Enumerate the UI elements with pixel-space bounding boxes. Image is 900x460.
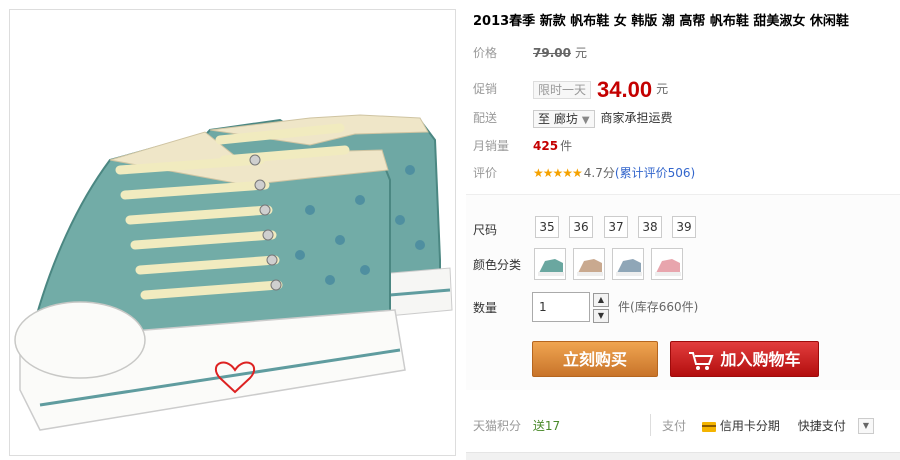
size-option[interactable]: 36 [569, 216, 593, 238]
points-value: 送17 [532, 419, 561, 433]
shipping-label: 配送 [473, 111, 498, 125]
shipping-row: 配送 至 廊坊 ▼ 商家承担运费 [473, 107, 673, 129]
chevron-down-icon[interactable]: ▼ [858, 418, 874, 434]
add-to-cart-button[interactable]: 加入购物车 [670, 341, 819, 377]
product-title: 2013春季 新款 帆布鞋 女 韩版 潮 高帮 帆布鞋 甜美淑女 休闲鞋 [473, 14, 849, 29]
color-swatch-pink[interactable] [651, 248, 683, 280]
color-label: 颜色分类 [473, 258, 522, 272]
sales-count: 425 [533, 139, 559, 153]
quantity-input[interactable]: 1 [532, 292, 590, 322]
star-rating-icon: ★★★★★ [533, 166, 583, 180]
shoe-thumbnail-icon [655, 259, 681, 276]
credit-installment-label: 信用卡分期 [719, 419, 780, 433]
price-label: 价格 [473, 46, 498, 60]
quantity-unit: 件 [618, 300, 631, 314]
shoe-thumbnail-icon [616, 259, 642, 276]
quantity-label: 数量 [473, 301, 498, 315]
shoe-thumbnail-icon [577, 259, 603, 276]
payment-info: 支付 信用卡分期 快捷支付 [662, 416, 846, 436]
rating-score: 4.7分 [583, 166, 615, 180]
rating-label: 评价 [473, 166, 498, 180]
sales-unit: 件 [560, 139, 573, 153]
quantity-increase-button[interactable]: ▲ [593, 293, 609, 307]
size-label: 尺码 [473, 223, 498, 237]
credit-card-icon [701, 421, 716, 432]
points-info: 天猫积分 送17 [473, 416, 560, 436]
credit-installment-link[interactable]: 信用卡分期 [701, 419, 780, 433]
chevron-down-icon: ▼ [581, 114, 590, 126]
shopping-cart-icon [689, 351, 714, 370]
shoe-thumbnail-icon [538, 259, 564, 276]
promo-row: 促销 限时一天 34.00 元 [473, 74, 668, 104]
promo-label: 促销 [473, 82, 498, 96]
stock-count: (库存660件) [630, 300, 699, 314]
payment-label: 支付 [662, 419, 687, 433]
quantity-decrease-button[interactable]: ▼ [593, 309, 609, 323]
promo-tag: 限时一天 [533, 80, 592, 99]
sales-row: 月销量 425 件 [473, 135, 572, 157]
price-row: 价格 79.00 元 [473, 42, 587, 64]
buy-now-button[interactable]: 立刻购买 [532, 341, 658, 377]
promo-price: 34.00 [597, 76, 653, 102]
points-label: 天猫积分 [473, 419, 522, 433]
product-image[interactable] [9, 9, 456, 456]
sneaker-illustration [14, 114, 453, 431]
sales-label: 月销量 [473, 139, 510, 153]
color-swatch-teal[interactable] [534, 248, 566, 280]
color-swatch-beige[interactable] [573, 248, 605, 280]
shipping-destination-select[interactable]: 至 廊坊 ▼ [533, 109, 595, 128]
size-option[interactable]: 37 [604, 216, 628, 238]
shipping-destination: 至 廊坊 [538, 111, 578, 126]
color-swatch-blue-grey[interactable] [612, 248, 644, 280]
original-price-unit: 元 [574, 46, 587, 60]
original-price: 79.00 [533, 46, 571, 60]
rating-row: 评价 ★★★★★ 4.7分(累计评价506) [473, 162, 695, 184]
add-to-cart-label: 加入购物车 [720, 350, 801, 369]
stock-info: 件(库存660件) [618, 298, 698, 315]
footer-divider [650, 414, 651, 436]
shipping-note: 商家承担运费 [600, 111, 673, 125]
review-count-link[interactable]: (累计评价506) [615, 166, 695, 180]
promo-price-unit: 元 [656, 82, 669, 96]
size-option[interactable]: 38 [638, 216, 662, 238]
express-pay-label[interactable]: 快捷支付 [798, 419, 846, 433]
size-option[interactable]: 35 [535, 216, 559, 238]
bottom-divider [466, 452, 900, 460]
size-option[interactable]: 39 [672, 216, 696, 238]
